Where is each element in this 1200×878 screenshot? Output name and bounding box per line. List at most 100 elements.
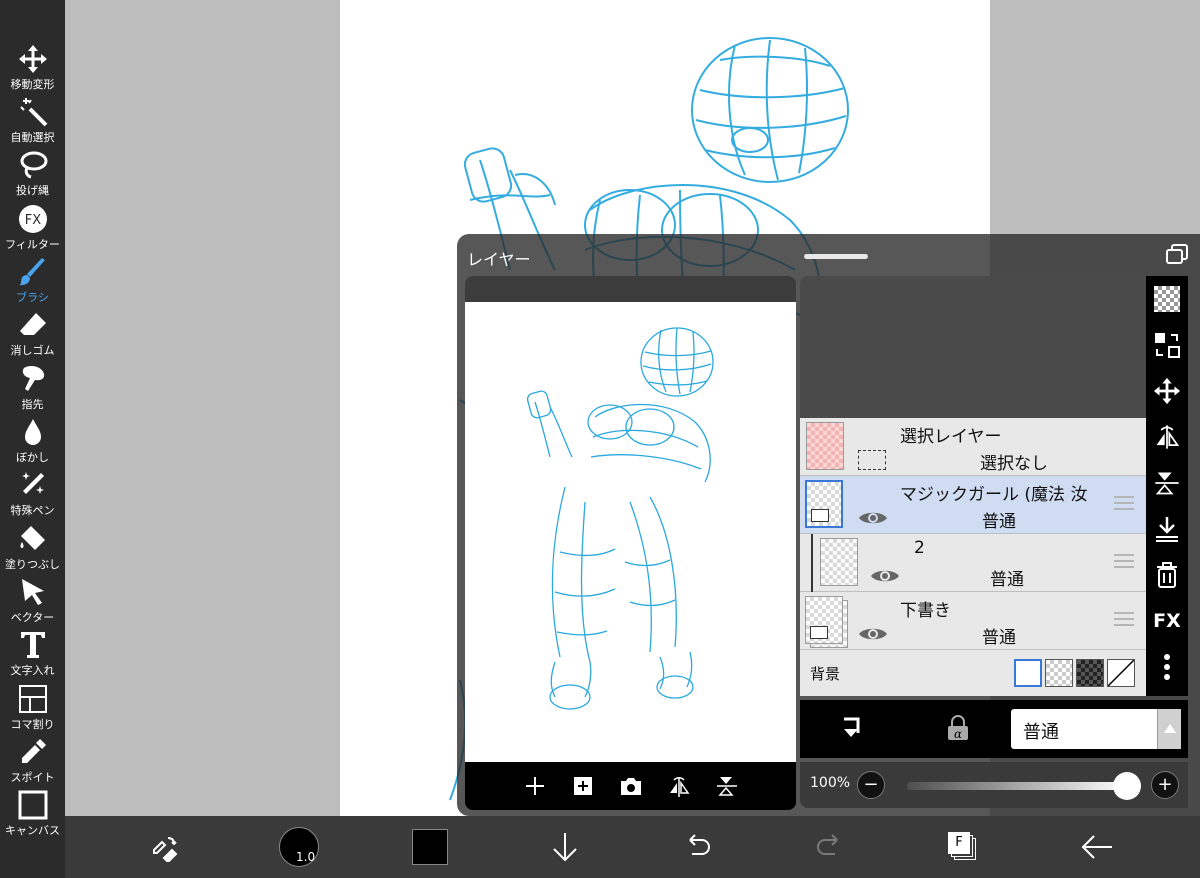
blend-mode-bar: α 普通 [800,700,1188,758]
pen-eraser-swap-icon [153,837,178,862]
tool-vector[interactable]: ベクター [0,573,65,626]
flip-vertical-button[interactable] [714,773,740,799]
svg-text:α: α [954,727,962,741]
color-button[interactable] [410,816,450,878]
tool-move[interactable]: 移動変形 [0,40,65,93]
back-button[interactable] [1077,816,1117,878]
tool-filter[interactable]: FX フィルター [0,200,65,253]
preview-toolbar [465,762,796,810]
import-photo-button[interactable] [618,773,644,799]
tool-eyedropper[interactable]: スポイト [0,733,65,786]
layer-thumbnail [820,538,858,586]
tool-frame-divider[interactable]: コマ割り [0,680,65,733]
background-light-checker-swatch[interactable] [1045,659,1073,687]
opacity-slider-track[interactable] [907,782,1127,790]
alpha-lock-button[interactable]: α [945,714,971,746]
layer-row-folder-draft[interactable]: 下書き 普通 [800,592,1146,650]
swap-tool-button[interactable] [145,816,185,878]
magic-wand-icon [16,95,50,129]
clipping-button[interactable] [840,715,866,745]
layer-swap-button[interactable] [1146,322,1188,368]
tool-magic-wand[interactable]: 自動選択 [0,93,65,146]
current-color-swatch [412,829,448,865]
visibility-eye-icon[interactable] [870,566,900,590]
tool-lasso[interactable]: 投げ縄 [0,146,65,199]
layer-row-selection[interactable]: 選択レイヤー 選択なし [800,418,1146,476]
svg-text:FX: FX [24,213,40,228]
background-white-swatch[interactable] [1014,659,1042,687]
background-none-swatch[interactable] [1107,659,1135,687]
add-special-layer-button[interactable] [570,773,596,799]
add-layer-button[interactable] [522,773,548,799]
tool-blur[interactable]: ぼかし [0,413,65,466]
material-button[interactable]: F [943,816,983,878]
visibility-eye-icon[interactable] [858,508,888,532]
layer-row-2[interactable]: 2 普通 [800,534,1146,592]
transparency-button[interactable] [1146,276,1188,322]
flip-horizontal-icon [1156,425,1180,449]
special-pen-icon [16,468,50,502]
merge-down-button[interactable] [1146,506,1188,552]
layer-fx-button[interactable]: FX [1146,598,1188,644]
layer-panel-title: レイヤー [467,250,531,269]
flip-horizontal-icon [669,777,689,797]
canvas-icon [16,788,50,822]
opacity-increase-button[interactable]: + [1151,771,1179,799]
tool-eraser[interactable]: 消しゴム [0,306,65,359]
panel-drag-handle[interactable] [804,254,868,259]
layer-flip-vertical-button[interactable] [1146,460,1188,506]
tool-canvas[interactable]: キャンバス [0,786,65,839]
layer-list[interactable]: 選択レイヤー 選択なし マジックガール (魔法 汝 普通 2 普通 下書き 普通… [800,276,1146,696]
reorder-handle-icon[interactable] [1114,554,1134,568]
selection-marquee-icon [858,450,886,470]
tool-finger[interactable]: 指先 [0,360,65,413]
window-icon [1166,244,1188,264]
layer-swap-icon [1155,333,1180,358]
opacity-bar: 100% − + [800,762,1188,808]
background-dark-checker-swatch[interactable] [1076,659,1104,687]
alpha-lock-icon: α [948,715,968,741]
tool-sidebar: 移動変形 自動選択 投げ縄 FX フィルター ブラシ 消しゴム 指先 ぼかし 特… [0,0,65,878]
tool-text[interactable]: 文字入れ [0,626,65,679]
flip-vertical-icon [1155,472,1179,495]
window-toggle-button[interactable] [1166,244,1188,268]
more-options-button[interactable] [1146,644,1188,690]
visibility-eye-icon[interactable] [858,624,888,648]
redo-icon [817,834,838,855]
tool-special-pen[interactable]: 特殊ペン [0,466,65,519]
arrow-down-icon [553,833,577,862]
tool-brush[interactable]: ブラシ [0,253,65,306]
plus-icon [525,777,544,795]
opacity-value: 100% [810,775,851,791]
text-icon [16,628,50,662]
brush-size-button[interactable]: 1.0 [277,816,321,878]
flip-horizontal-button[interactable] [666,773,692,799]
fill-icon [16,522,50,556]
layer-flip-horizontal-button[interactable] [1146,414,1188,460]
reorder-handle-icon[interactable] [1114,612,1134,626]
delete-layer-button[interactable] [1146,552,1188,598]
layer-thumbnail [806,422,844,470]
folder-icon [810,626,828,639]
layer-move-button[interactable] [1146,368,1188,414]
fx-icon: FX [16,202,50,236]
export-button[interactable] [545,816,585,878]
tool-fill[interactable]: 塗りつぶし [0,520,65,573]
opacity-decrease-button[interactable]: − [857,771,885,799]
background-row: 背景 [800,650,1146,696]
preview-page [465,302,796,762]
move-icon [16,42,50,76]
eraser-icon [16,308,50,342]
undo-button[interactable] [677,816,717,878]
blend-mode-select[interactable]: 普通 [1011,709,1181,749]
opacity-slider-handle[interactable] [1113,772,1141,800]
lasso-icon [16,148,50,182]
undo-icon [689,834,710,855]
canvas-preview[interactable] [465,276,796,810]
dropdown-arrow-icon [1157,709,1181,749]
layer-row-folder-magic-girl[interactable]: マジックガール (魔法 汝 普通 [800,476,1146,534]
redo-button[interactable] [810,816,850,878]
arrow-left-icon [1081,835,1112,859]
brush-icon [16,255,50,289]
reorder-handle-icon[interactable] [1114,496,1134,510]
